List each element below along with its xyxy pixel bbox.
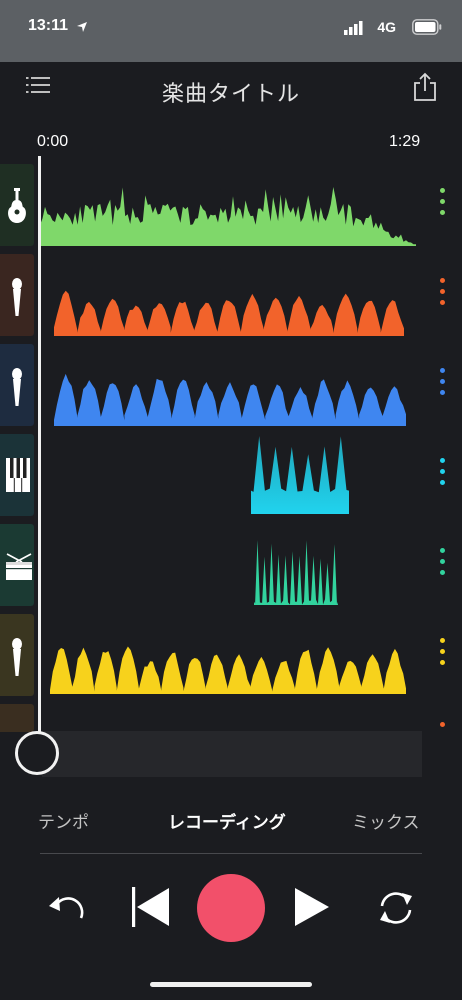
undo-icon[interactable]	[47, 890, 87, 926]
track-thumb-partial	[0, 704, 34, 732]
track-options-menu-partial	[440, 722, 446, 733]
track-options-menu[interactable]	[440, 188, 446, 221]
waveform-track-5[interactable]	[254, 540, 340, 605]
divider	[40, 853, 422, 854]
song-title[interactable]: 楽曲タイトル	[0, 76, 462, 108]
track-options-menu[interactable]	[440, 368, 446, 401]
waveform-track-3[interactable]	[54, 368, 408, 426]
track-options-menu[interactable]	[440, 638, 446, 671]
start-time: 0:00	[37, 133, 69, 150]
track-options-menu[interactable]	[440, 548, 446, 581]
scrub-bar[interactable]	[42, 731, 422, 777]
waveform-track-1[interactable]	[40, 186, 420, 246]
track-thumb-vocal[interactable]	[0, 344, 34, 426]
waveform-track-2[interactable]	[54, 286, 408, 336]
track-thumb-vocal[interactable]	[0, 254, 34, 336]
waveform-track-6[interactable]	[50, 640, 408, 694]
playhead-handle[interactable]	[15, 731, 59, 775]
status-bar: 13:11 4G	[0, 0, 462, 62]
tab-recording[interactable]: レコーディング	[168, 808, 286, 833]
track-thumb-drums[interactable]	[0, 524, 34, 606]
tab-mix[interactable]: ミックス	[352, 808, 420, 833]
track-thumb-keyboard[interactable]	[0, 434, 34, 516]
cellular-signal-icon	[344, 21, 363, 35]
tab-tempo[interactable]: テンポ	[38, 808, 89, 833]
skip-to-start-icon[interactable]	[132, 886, 170, 928]
home-indicator	[150, 982, 312, 987]
location-arrow-icon	[77, 22, 87, 32]
share-icon[interactable]	[412, 72, 438, 102]
track-options-menu[interactable]	[440, 278, 446, 311]
track-thumb-guitar[interactable]	[0, 164, 34, 246]
end-time: 1:29	[389, 133, 421, 150]
track-thumb-vocal[interactable]	[0, 614, 34, 696]
status-time: 13:11	[28, 17, 69, 34]
loop-icon[interactable]	[376, 888, 416, 928]
header: 楽曲タイトル	[0, 62, 462, 122]
network-label: 4G	[377, 19, 396, 35]
playhead-line	[38, 156, 41, 736]
waveform-track-4[interactable]	[251, 436, 351, 514]
record-button[interactable]	[197, 874, 265, 942]
mode-tabs: テンポ レコーディング ミックス	[0, 808, 462, 838]
battery-icon	[412, 19, 442, 35]
track-options-menu[interactable]	[440, 458, 446, 491]
play-icon[interactable]	[294, 886, 330, 928]
